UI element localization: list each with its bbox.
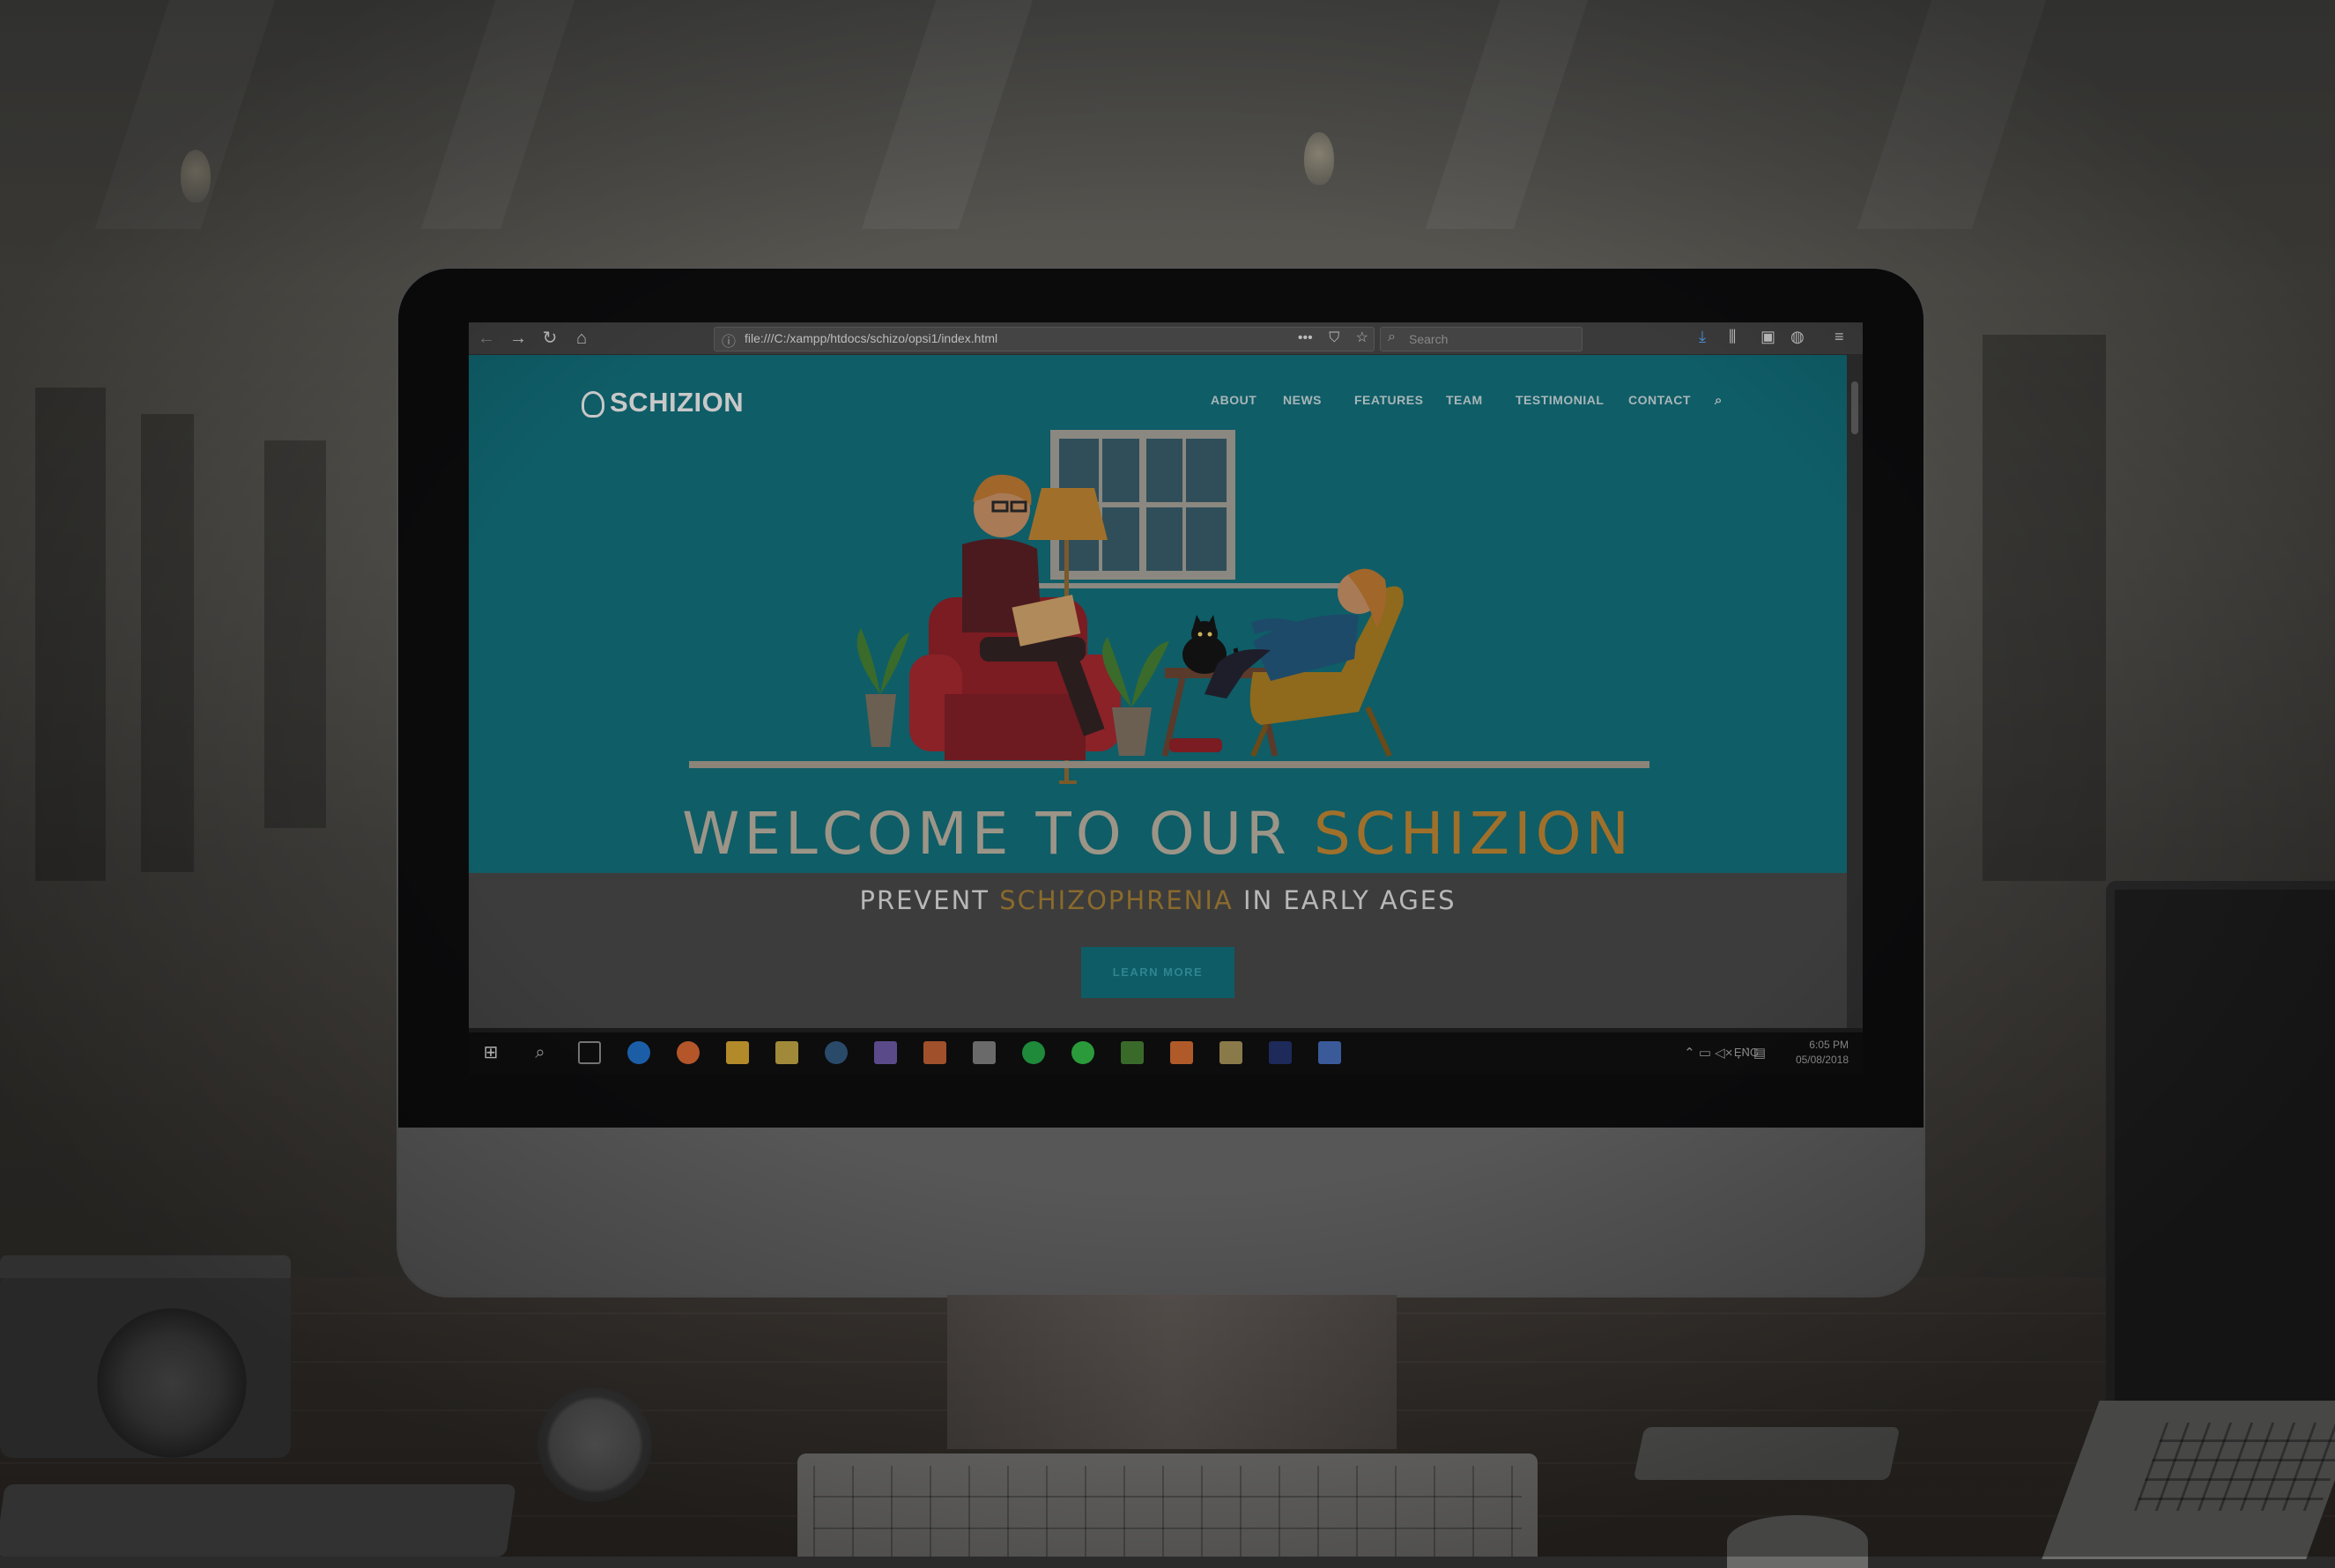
- window-frame: [264, 440, 326, 828]
- spotify-icon[interactable]: [1022, 1041, 1045, 1064]
- nav-features[interactable]: FEATURES: [1354, 393, 1423, 407]
- photo-viewer-icon[interactable]: [1219, 1041, 1242, 1064]
- hero-title-accent: SCHIZION: [1313, 800, 1634, 868]
- xampp-icon[interactable]: [1170, 1041, 1193, 1064]
- edge-icon[interactable]: [627, 1041, 650, 1064]
- plant-icon: [865, 694, 896, 747]
- earphones: [1621, 1392, 1938, 1489]
- site-logo[interactable]: SCHIZION: [582, 387, 744, 418]
- firefox-icon[interactable]: [677, 1041, 700, 1064]
- page-actions-menu-icon[interactable]: •••: [1298, 330, 1313, 345]
- imac-chin: [398, 1128, 1924, 1295]
- ceiling-beam: [1857, 0, 2047, 229]
- file-explorer-icon[interactable]: [726, 1041, 749, 1064]
- window-frame: [35, 388, 106, 881]
- nav-news[interactable]: NEWS: [1283, 393, 1322, 407]
- language-indicator[interactable]: ENG: [1734, 1046, 1759, 1059]
- hero-title: WELCOME TO OUR SCHIZION: [469, 800, 1847, 868]
- scroll-thumb[interactable]: [1851, 381, 1858, 434]
- home-icon[interactable]: ⌂: [571, 328, 592, 349]
- smartphone: [0, 1484, 516, 1557]
- light-bulb: [181, 150, 211, 203]
- forward-icon[interactable]: →: [508, 328, 529, 349]
- extension-icon[interactable]: ◍: [1790, 328, 1805, 346]
- browser-toolbar: ← → ↻ ⌂ ⓘ file:///C:/xampp/htdocs/schizo…: [469, 322, 1863, 355]
- clock-time: 6:05 PM: [1809, 1039, 1849, 1051]
- info-icon[interactable]: ⓘ: [722, 329, 736, 351]
- keyboard: [797, 1453, 1538, 1557]
- download-icon[interactable]: ⤓: [1699, 328, 1706, 346]
- menu-icon[interactable]: ≡: [1835, 328, 1844, 346]
- back-icon[interactable]: ←: [476, 328, 497, 349]
- search-icon[interactable]: ⌕: [529, 1041, 552, 1064]
- nav-testimonial[interactable]: TESTIMONIAL: [1516, 393, 1604, 407]
- taskbar: ⊞ ⌕ ⌃ ▭ ◁× ⋰ ▤ ENG 6:05 PM 05/08/2018: [469, 1032, 1863, 1074]
- steam-icon[interactable]: [825, 1041, 848, 1064]
- start-icon[interactable]: ⊞: [479, 1041, 502, 1064]
- ceiling-beam: [1425, 0, 1589, 229]
- laptop: [2042, 881, 2335, 1559]
- battery-icon[interactable]: ▭: [1699, 1046, 1711, 1061]
- hero-section: SCHIZION ABOUT NEWS FEATURES TEAM TESTIM…: [469, 355, 1847, 873]
- chevron-up-icon[interactable]: ⌃: [1684, 1046, 1695, 1061]
- url-bar[interactable]: ⓘ file:///C:/xampp/htdocs/schizo/opsi1/i…: [714, 327, 1375, 351]
- nav-team[interactable]: TEAM: [1446, 393, 1483, 407]
- ceiling-beam: [420, 0, 575, 229]
- imac-stand: [947, 1295, 1397, 1449]
- brain-icon: [582, 390, 604, 418]
- search-icon: ⌕: [1388, 329, 1396, 344]
- folder-icon[interactable]: [775, 1041, 798, 1064]
- photoshop-icon[interactable]: [1269, 1041, 1292, 1064]
- therapy-illustration: [689, 430, 1649, 784]
- monitor-screen: ← → ↻ ⌂ ⓘ file:///C:/xampp/htdocs/schizo…: [469, 322, 1863, 1074]
- library-icon[interactable]: ⫼: [1729, 328, 1736, 346]
- nav-search-icon[interactable]: ⌕: [1715, 393, 1723, 408]
- task-view-icon[interactable]: [578, 1041, 601, 1064]
- learn-more-button[interactable]: LEARN MORE: [1081, 947, 1234, 998]
- wristwatch: [537, 1387, 652, 1502]
- sub-heading: PREVENT SCHIZOPHRENIA IN EARLY AGES: [469, 885, 1847, 915]
- intro-section: PREVENT SCHIZOPHRENIA IN EARLY AGES LEAR…: [469, 873, 1847, 1028]
- store-icon[interactable]: [973, 1041, 996, 1064]
- sub-heading-accent: SCHIZOPHRENIA: [999, 885, 1234, 915]
- light-bulb: [1304, 132, 1334, 185]
- logo-text: SCHIZION: [610, 387, 745, 418]
- volume-muted-icon[interactable]: ◁×: [1715, 1046, 1732, 1061]
- sidebar-icon[interactable]: ▣: [1761, 328, 1775, 346]
- search-placeholder: Search: [1409, 332, 1449, 346]
- visual-studio-icon[interactable]: [874, 1041, 897, 1064]
- nav-contact[interactable]: CONTACT: [1628, 393, 1691, 407]
- sub-heading-part1: PREVENT: [859, 885, 1000, 915]
- clock-date: 05/08/2018: [1795, 1054, 1849, 1066]
- page-actions: ••• ⛉ ☆: [1286, 329, 1368, 346]
- pocket-icon[interactable]: ⛉: [1329, 330, 1339, 345]
- window-frame: [141, 414, 194, 872]
- web-page: SCHIZION ABOUT NEWS FEATURES TEAM TESTIM…: [469, 355, 1847, 1028]
- sublime-text-icon[interactable]: [1121, 1041, 1144, 1064]
- sub-heading-part3: IN EARLY AGES: [1233, 885, 1457, 915]
- page-scrollbar[interactable]: [1847, 355, 1863, 1028]
- bookmark-star-icon[interactable]: ☆: [1356, 330, 1368, 345]
- notepad-icon[interactable]: [1318, 1041, 1341, 1064]
- window-frame: [1983, 335, 2106, 881]
- lamp-icon: [1028, 488, 1108, 540]
- search-input[interactable]: ⌕ Search: [1380, 327, 1583, 351]
- nav-about[interactable]: ABOUT: [1211, 393, 1256, 407]
- line-icon[interactable]: [1071, 1041, 1094, 1064]
- camera: [0, 1255, 291, 1458]
- hero-title-part1: WELCOME TO OUR: [682, 800, 1314, 868]
- matlab-icon[interactable]: [923, 1041, 946, 1064]
- plant-icon: [1112, 707, 1152, 756]
- reload-icon[interactable]: ↻: [539, 328, 560, 349]
- system-clock[interactable]: 6:05 PM 05/08/2018: [1796, 1038, 1849, 1068]
- mouse: [1727, 1515, 1868, 1568]
- ceiling-beam: [861, 0, 1034, 229]
- url-text[interactable]: file:///C:/xampp/htdocs/schizo/opsi1/ind…: [745, 331, 997, 345]
